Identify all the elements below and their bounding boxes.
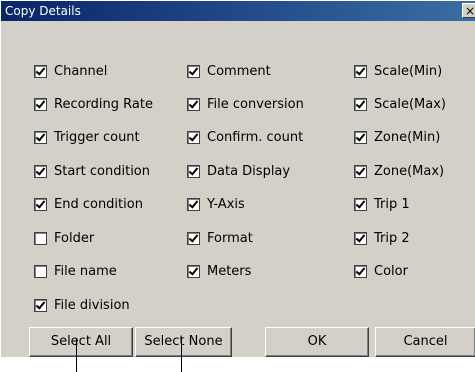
checkbox-color[interactable]: Color [354, 262, 408, 280]
callout-line-select-none [181, 338, 182, 372]
checkbox-trip-1[interactable]: Trip 1 [354, 195, 410, 213]
checkbox-confirm-count[interactable]: Confirm. count [187, 128, 303, 146]
checkbox-zone-min[interactable]: Zone(Min) [354, 128, 440, 146]
cancel-button[interactable]: Cancel [375, 327, 475, 357]
checkbox-box[interactable] [354, 130, 367, 144]
checkbox-channel[interactable]: Channel [34, 62, 107, 80]
checkbox-box[interactable] [187, 264, 200, 278]
checkbox-label: End condition [54, 196, 143, 212]
checkbox-box[interactable] [187, 231, 200, 245]
checkbox-file-conversion[interactable]: File conversion [187, 95, 304, 113]
checkbox-box[interactable] [354, 231, 367, 245]
checkbox-label: Channel [54, 63, 108, 79]
checkbox-label: Trigger count [54, 129, 140, 145]
checkbox-label: File conversion [207, 96, 304, 112]
window-title: Copy Details [5, 4, 81, 18]
checkbox-box[interactable] [187, 64, 200, 78]
checkbox-data-display[interactable]: Data Display [187, 162, 290, 180]
checkbox-label: Trip 1 [374, 196, 410, 212]
checkbox-box[interactable] [187, 197, 200, 211]
checkbox-box[interactable] [34, 298, 47, 312]
checkbox-label: File division [54, 297, 130, 313]
checkbox-meters[interactable]: Meters [187, 262, 251, 280]
checkbox-end-condition[interactable]: End condition [34, 195, 143, 213]
title-bar: Copy Details × [1, 1, 475, 21]
checkbox-label: Start condition [54, 163, 150, 179]
select-all-button[interactable]: Select All [29, 327, 133, 357]
checkbox-box[interactable] [34, 264, 47, 278]
checkbox-y-axis[interactable]: Y-Axis [187, 195, 245, 213]
checkbox-label: Comment [207, 63, 271, 79]
checkbox-recording-rate[interactable]: Recording Rate [34, 95, 153, 113]
checkbox-box[interactable] [187, 164, 200, 178]
checkbox-file-division[interactable]: File division [34, 296, 130, 314]
checkbox-box[interactable] [34, 97, 47, 111]
checkbox-scale-min[interactable]: Scale(Min) [354, 62, 442, 80]
checkbox-box[interactable] [34, 197, 47, 211]
checkbox-trigger-count[interactable]: Trigger count [34, 128, 140, 146]
checkbox-label: Confirm. count [207, 129, 304, 145]
checkbox-folder[interactable]: Folder [34, 229, 94, 247]
checkbox-box[interactable] [34, 64, 47, 78]
checkbox-label: Recording Rate [54, 96, 153, 112]
checkbox-trip-2[interactable]: Trip 2 [354, 229, 410, 247]
checkbox-scale-max[interactable]: Scale(Max) [354, 95, 446, 113]
checkbox-label: Zone(Max) [374, 163, 445, 179]
checkbox-box[interactable] [354, 197, 367, 211]
checkbox-box[interactable] [34, 130, 47, 144]
checkbox-format[interactable]: Format [187, 229, 253, 247]
checkbox-box[interactable] [354, 164, 367, 178]
checkbox-box[interactable] [34, 231, 47, 245]
close-icon[interactable]: × [462, 3, 475, 18]
checkbox-label: Meters [207, 263, 252, 279]
ok-button[interactable]: OK [265, 327, 369, 357]
checkbox-box[interactable] [354, 264, 367, 278]
checkbox-label: Scale(Min) [374, 63, 443, 79]
checkbox-zone-max[interactable]: Zone(Max) [354, 162, 444, 180]
checkbox-start-condition[interactable]: Start condition [34, 162, 150, 180]
checkbox-label: Color [374, 263, 408, 279]
checkbox-label: Format [207, 230, 253, 246]
callout-line-select-all [76, 338, 77, 372]
checkbox-box[interactable] [354, 97, 367, 111]
checkbox-label: Trip 2 [374, 230, 410, 246]
checkbox-label: File name [54, 263, 117, 279]
checkbox-label: Data Display [207, 163, 291, 179]
checkbox-box[interactable] [187, 130, 200, 144]
checkbox-label: Y-Axis [207, 196, 245, 212]
checkbox-box[interactable] [354, 64, 367, 78]
copy-details-dialog: Copy Details × Channel Recording Rate Tr… [0, 0, 475, 357]
checkbox-label: Folder [54, 230, 95, 246]
checkbox-comment[interactable]: Comment [187, 62, 271, 80]
checkbox-box[interactable] [187, 97, 200, 111]
select-none-button[interactable]: Select None [135, 327, 232, 357]
checkbox-label: Zone(Min) [374, 129, 441, 145]
checkbox-label: Scale(Max) [374, 96, 446, 112]
checkbox-file-name[interactable]: File name [34, 262, 117, 280]
checkbox-box[interactable] [34, 164, 47, 178]
